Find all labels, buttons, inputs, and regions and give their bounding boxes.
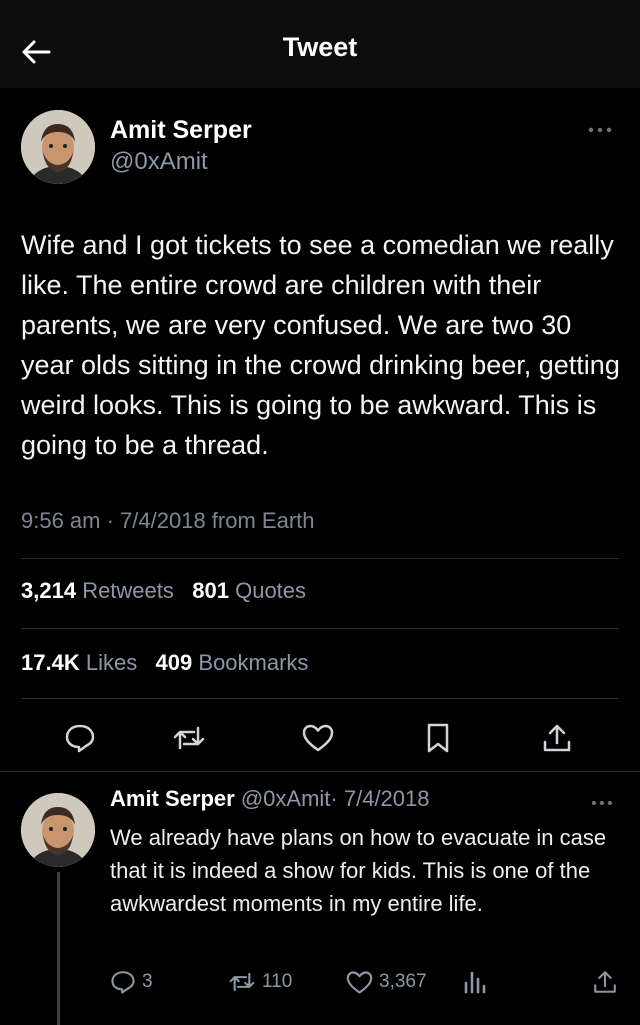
avatar-image [21, 110, 95, 184]
more-icon [588, 127, 612, 133]
retweet-count: 110 [262, 971, 293, 992]
like-icon [346, 970, 373, 994]
reply-retweet-button[interactable]: 110 [228, 962, 292, 1002]
share-icon [594, 971, 616, 993]
bookmarks-label: Bookmarks [198, 650, 309, 675]
reply-button[interactable] [50, 708, 110, 768]
retweet-quote-stats: 3,214 Retweets 801 Quotes [21, 578, 306, 604]
page-title: Tweet [282, 32, 358, 62]
more-icon [592, 801, 612, 805]
reply-icon [111, 971, 135, 994]
share-icon [543, 724, 571, 752]
reply-header: Amit Serper @0xAmit· 7/4/2018 [110, 786, 430, 812]
reply-share-button[interactable] [592, 962, 624, 1002]
divider [0, 771, 640, 772]
reply-count: 3 [142, 971, 153, 992]
reply-more-options-button[interactable] [584, 793, 620, 813]
reply-author-handle[interactable]: @0xAmit [241, 786, 331, 811]
retweets-stat[interactable]: 3,214 Retweets [21, 578, 174, 603]
reply-text: We already have plans on how to evacuate… [110, 825, 607, 916]
like-button[interactable] [288, 708, 348, 768]
retweet-icon [173, 726, 205, 750]
reply-date: · 7/4/2018 [330, 786, 430, 811]
bookmarks-stat[interactable]: 409 Bookmarks [156, 650, 309, 675]
likes-label: Likes [85, 650, 138, 675]
retweets-label: Retweets [82, 578, 174, 603]
reply-icon [65, 724, 95, 753]
more-options-button[interactable] [580, 118, 620, 142]
likes-count: 17.4K [21, 650, 80, 675]
top-bar: Tweet [0, 0, 640, 88]
bookmarks-count: 409 [155, 650, 193, 675]
retweet-button[interactable] [159, 708, 219, 768]
divider [21, 698, 619, 699]
reply-analytics-button[interactable] [462, 962, 494, 1002]
reply-action-bar: 3 110 3,367 [0, 962, 640, 1002]
reply-like-button[interactable]: 3,367 [346, 962, 427, 1002]
avatar[interactable] [21, 110, 95, 184]
reply-author-name[interactable]: Amit Serper [110, 786, 235, 811]
bookmark-button[interactable] [408, 708, 468, 768]
like-icon [302, 724, 334, 752]
divider [21, 558, 619, 559]
retweets-count: 3,214 [21, 578, 77, 603]
retweet-icon [229, 972, 255, 992]
quotes-count: 801 [192, 578, 229, 603]
quotes-stat[interactable]: 801 Quotes [192, 578, 306, 603]
author-handle[interactable]: @0xAmit [110, 148, 208, 176]
analytics-icon [464, 971, 486, 994]
thread-line [57, 872, 60, 1025]
author-name[interactable]: Amit Serper [110, 116, 252, 145]
tweet-action-bar [0, 708, 640, 768]
tweet-timestamp[interactable]: 9:56 am · 7/4/2018 from Earth [21, 508, 315, 534]
reply-reply-button[interactable]: 3 [110, 962, 153, 1002]
likes-bookmarks-stats: 17.4K Likes 409 Bookmarks [21, 650, 308, 676]
tweet-text: Wife and I got tickets to see a comedian… [21, 230, 620, 460]
quotes-label: Quotes [235, 578, 307, 603]
reply-avatar[interactable] [21, 793, 95, 867]
like-count: 3,367 [379, 971, 427, 992]
avatar-image [21, 793, 95, 867]
bookmark-icon [427, 723, 449, 753]
divider [21, 628, 619, 629]
share-button[interactable] [527, 708, 587, 768]
likes-stat[interactable]: 17.4K Likes [21, 650, 137, 675]
